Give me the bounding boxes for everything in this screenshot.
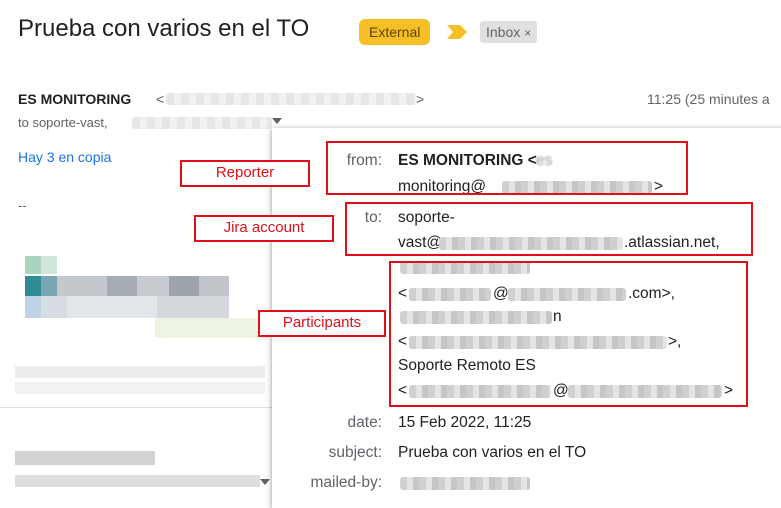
date-label: date: — [347, 414, 382, 431]
participants-highlight — [389, 261, 748, 407]
divider — [0, 407, 275, 408]
mailed-by-label: mailed-by: — [310, 474, 383, 491]
subject-label: subject: — [328, 444, 382, 461]
redacted-sender — [15, 451, 155, 465]
recipient-summary: to soporte-vast, — [18, 115, 108, 130]
redacted-text — [15, 366, 265, 378]
jira-account-highlight — [345, 202, 753, 256]
label-inbox[interactable]: Inbox × — [480, 21, 538, 43]
signature-separator: -- — [18, 198, 27, 213]
redacted-recipient — [15, 475, 260, 487]
jira-account-annotation: Jira account — [194, 215, 334, 242]
reporter-highlight — [326, 141, 688, 195]
email-subject: Prueba con varios en el TO — [18, 15, 310, 42]
mailed-by-redacted — [400, 477, 530, 490]
chevron-down-icon[interactable] — [272, 118, 282, 126]
reporter-annotation: Reporter — [180, 160, 310, 187]
redacted-text — [15, 382, 265, 394]
chevron-down-icon[interactable] — [260, 479, 270, 487]
date-value: 15 Feb 2022, 11:25 — [398, 414, 532, 431]
close-icon[interactable]: × — [524, 26, 531, 40]
participants-annotation: Participants — [258, 310, 386, 337]
label-external[interactable]: External — [359, 19, 431, 45]
cc-count-link[interactable]: Hay 3 en copia — [18, 149, 111, 165]
subject-value: Prueba con varios en el TO — [398, 444, 587, 461]
label-arrow-icon[interactable] — [447, 25, 467, 39]
email-time: 11:25 (25 minutes a — [647, 91, 770, 107]
recipient-redacted — [132, 117, 272, 129]
sender-name: ES MONITORING — [18, 91, 132, 107]
label-inbox-text: Inbox — [486, 24, 521, 40]
sender-email-bracket-open: < — [156, 91, 165, 107]
sender-email-bracket-close: > — [416, 91, 425, 107]
redacted-image — [15, 256, 270, 346]
sender-email-redacted — [166, 93, 416, 105]
